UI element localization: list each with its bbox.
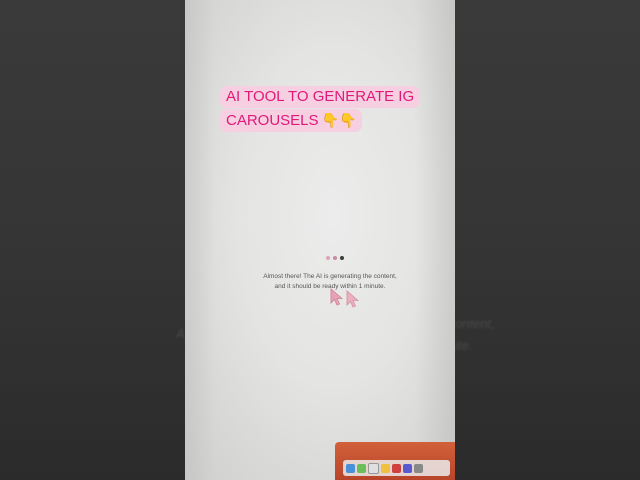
app-icon[interactable] bbox=[403, 463, 412, 473]
dock-bar bbox=[343, 460, 450, 476]
blurred-side-panel-right bbox=[455, 0, 640, 480]
app-icon[interactable] bbox=[368, 462, 379, 474]
loading-dots-icon bbox=[326, 256, 344, 260]
pointing-down-icon: 👇👇 bbox=[321, 112, 357, 128]
cursor-arrow-icon bbox=[346, 290, 359, 308]
screen-video-frame: AI TOOL TO GENERATE IG CAROUSELS 👇👇 Almos… bbox=[185, 0, 455, 480]
app-icon[interactable] bbox=[346, 463, 355, 473]
blurred-side-panel-left: A bbox=[0, 0, 185, 480]
loading-dot bbox=[326, 256, 330, 260]
status-line-1: Almost there! The AI is generating the c… bbox=[263, 273, 397, 280]
caption-text-2: CAROUSELS bbox=[226, 112, 319, 129]
caption-line-1: AI TOOL TO GENERATE IG bbox=[220, 86, 421, 108]
caption-text-1: AI TOOL TO GENERATE IG bbox=[226, 88, 415, 105]
app-icon[interactable] bbox=[357, 463, 366, 473]
background-echo-text-1: ontent, bbox=[455, 316, 495, 331]
background-echo-text-2: ite. bbox=[455, 338, 473, 353]
cursor-arrow-icon bbox=[330, 288, 343, 306]
background-echo-left: A bbox=[176, 326, 185, 341]
caption-line-2: CAROUSELS 👇👇 bbox=[220, 109, 363, 132]
screen-edge-shade bbox=[415, 0, 455, 480]
app-icon[interactable] bbox=[381, 463, 390, 473]
video-caption: AI TOOL TO GENERATE IG CAROUSELS 👇👇 bbox=[220, 86, 421, 132]
loading-dot bbox=[340, 256, 344, 260]
app-icon[interactable] bbox=[392, 463, 401, 473]
loading-dot bbox=[333, 256, 337, 260]
screen-edge-shade bbox=[185, 0, 215, 480]
app-icon[interactable] bbox=[414, 463, 423, 473]
taskbar-dock bbox=[335, 442, 455, 480]
